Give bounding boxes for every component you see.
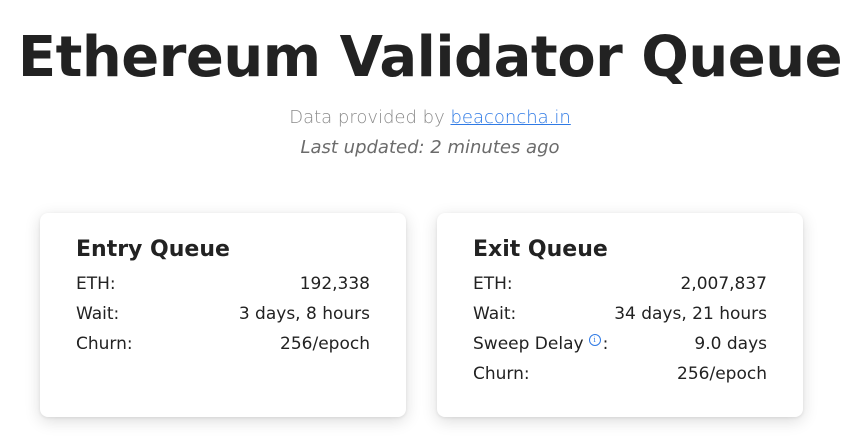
exit-eth-label: ETH: (473, 274, 513, 294)
data-provider-line: Data provided by beaconcha.in (0, 106, 860, 130)
page-title: Ethereum Validator Queue (17, 25, 843, 90)
exit-queue-title: Exit Queue (473, 237, 608, 262)
provider-prefix: Data provided by (289, 107, 445, 128)
exit-churn-value: 256/epoch (677, 364, 767, 384)
entry-queue-title: Entry Queue (76, 237, 230, 262)
exit-sweep-delay-label-group: Sweep Delay i : (473, 329, 608, 359)
page: Ethereum Validator Queue Data provided b… (0, 0, 860, 440)
exit-wait-label: Wait: (473, 304, 517, 324)
exit-queue-card: Exit Queue ETH: 2,007,837 Wait: 34 days,… (437, 213, 803, 417)
entry-churn-row: Churn: 256/epoch (76, 329, 370, 359)
entry-wait-value: 3 days, 8 hours (238, 304, 370, 324)
entry-churn-label: Churn: (76, 334, 133, 354)
entry-eth-row: ETH: 192,338 (76, 269, 370, 299)
entry-eth-label: ETH: (76, 274, 116, 294)
exit-sweep-delay-label: Sweep Delay (473, 334, 584, 354)
exit-churn-row: Churn: 256/epoch (473, 359, 767, 389)
exit-wait-row: Wait: 34 days, 21 hours (473, 299, 767, 329)
beaconchain-link[interactable]: beaconcha.in (450, 107, 570, 128)
entry-queue-card: Entry Queue ETH: 192,338 Wait: 3 days, 8… (40, 213, 406, 417)
entry-wait-row: Wait: 3 days, 8 hours (76, 299, 370, 329)
exit-eth-value: 2,007,837 (680, 274, 767, 294)
last-updated: Last updated: 2 minutes ago (300, 137, 560, 158)
entry-eth-value: 192,338 (299, 274, 370, 294)
info-icon[interactable]: i (588, 334, 601, 346)
entry-churn-value: 256/epoch (280, 334, 370, 354)
exit-sweep-delay-value: 9.0 days (694, 334, 767, 354)
exit-wait-value: 34 days, 21 hours (614, 304, 767, 324)
entry-wait-label: Wait: (76, 304, 120, 324)
exit-sweep-delay-row: Sweep Delay i : 9.0 days (473, 329, 767, 359)
exit-churn-label: Churn: (473, 364, 530, 384)
exit-sweep-delay-colon: : (602, 334, 609, 354)
exit-eth-row: ETH: 2,007,837 (473, 269, 767, 299)
